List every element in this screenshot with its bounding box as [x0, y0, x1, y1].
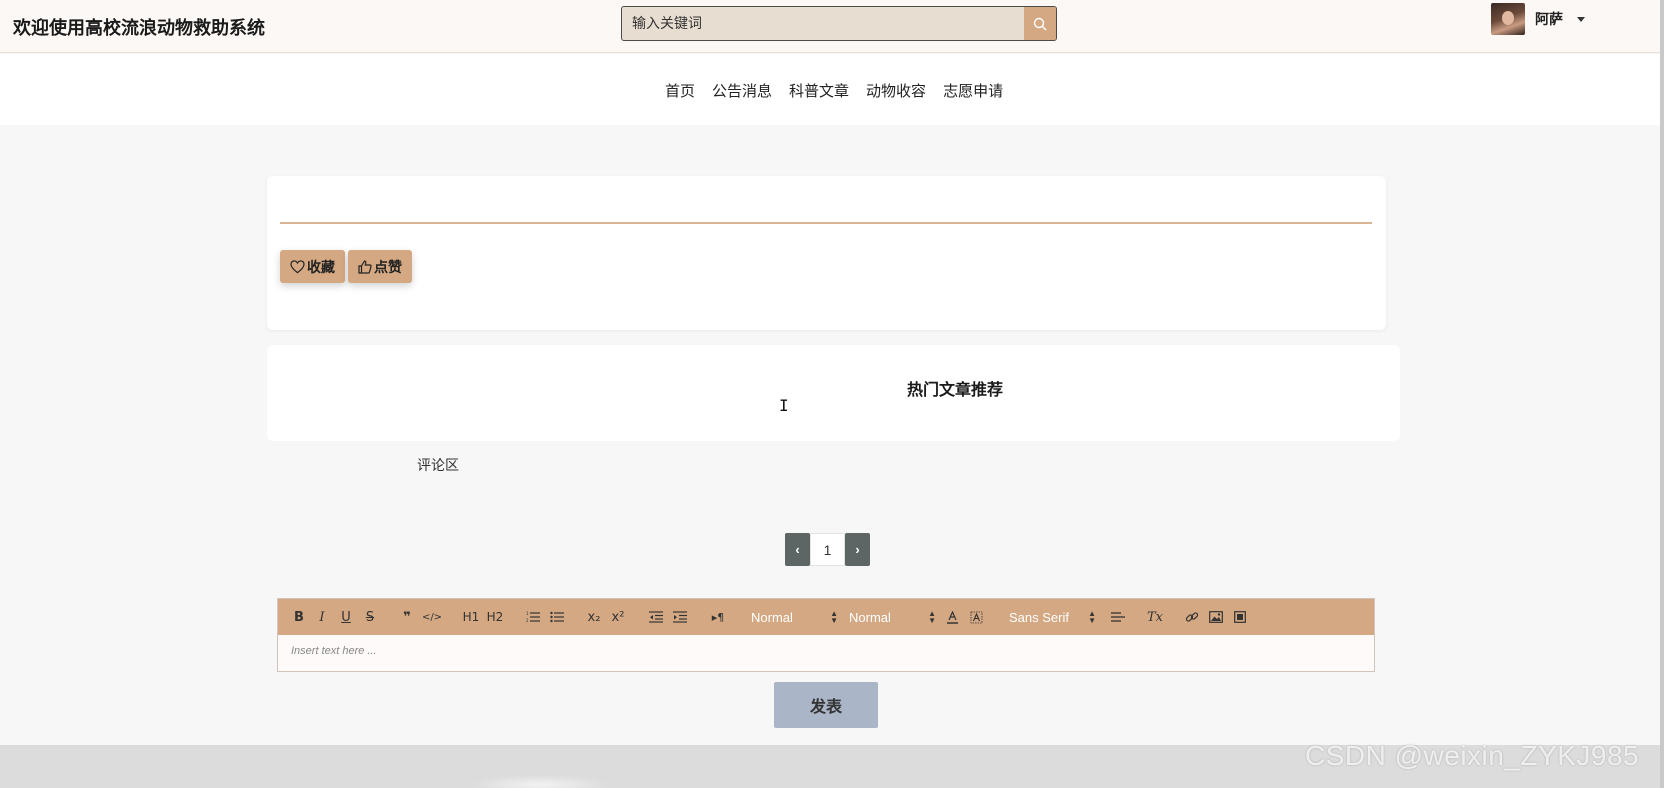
next-page-button[interactable]: ›: [845, 533, 870, 566]
watermark: CSDN @weixin_ZYKJ985: [1305, 740, 1640, 771]
select-arrows-icon: ▲ ▼: [1088, 609, 1096, 625]
subscript-button[interactable]: x₂: [586, 609, 602, 625]
link-icon: [1185, 612, 1199, 622]
font-select-value: Sans Serif: [1009, 609, 1069, 625]
bullet-list-button[interactable]: [549, 609, 565, 625]
align-left-icon: [1111, 612, 1125, 622]
svg-text:2: 2: [526, 618, 529, 623]
thumbs-up-icon: [358, 259, 372, 274]
nav-item-announcements[interactable]: 公告消息: [712, 80, 772, 101]
like-label: 点赞: [374, 259, 402, 276]
hot-articles-title: 热门文章推荐: [906, 380, 1003, 399]
size-select[interactable]: Normal ▲ ▼: [751, 609, 838, 625]
text-color-icon: [946, 610, 958, 624]
comment-section-label: 评论区: [417, 458, 459, 474]
username[interactable]: 阿萨: [1535, 9, 1563, 29]
video-icon: [1234, 611, 1246, 623]
text-color-button[interactable]: [945, 609, 959, 625]
favorite-label: 收藏: [307, 259, 335, 276]
outdent-button[interactable]: [648, 609, 664, 625]
size-select-value: Normal: [751, 609, 793, 625]
heading2-button[interactable]: H2: [486, 609, 504, 625]
ordered-list-button[interactable]: 12: [525, 609, 541, 625]
nav-item-articles[interactable]: 科普文章: [789, 80, 849, 101]
comment-editor: B I U S ❞ </> H1 H2 12 x₂ x² ▸¶ Normal ▲…: [277, 598, 1375, 672]
header-select-value: Normal: [849, 609, 891, 625]
outdent-icon: [649, 611, 663, 623]
avatar[interactable]: [1491, 3, 1525, 35]
video-button[interactable]: [1232, 609, 1248, 625]
align-button[interactable]: [1110, 609, 1126, 625]
superscript-button[interactable]: x²: [610, 609, 626, 625]
search-box: [621, 6, 1057, 41]
nav-item-volunteer[interactable]: 志愿申请: [943, 80, 1003, 101]
favorite-button[interactable]: 收藏: [280, 250, 345, 283]
code-block-button[interactable]: </>: [422, 609, 442, 625]
indent-icon: [673, 611, 687, 623]
editor-text-area[interactable]: Insert text here ...: [278, 635, 1374, 671]
svg-text:1: 1: [526, 611, 529, 616]
italic-button[interactable]: I: [315, 609, 329, 625]
search-button[interactable]: [1024, 7, 1056, 40]
page-scrollbar[interactable]: [1660, 0, 1664, 788]
underline-button[interactable]: U: [339, 609, 353, 625]
link-button[interactable]: [1184, 609, 1200, 625]
editor-toolbar: B I U S ❞ </> H1 H2 12 x₂ x² ▸¶ Normal ▲…: [278, 599, 1374, 635]
blockquote-button[interactable]: ❞: [400, 609, 414, 625]
article-card: 收藏 点赞: [267, 176, 1386, 330]
publish-button[interactable]: 发表: [774, 682, 878, 728]
bold-button[interactable]: B: [292, 609, 306, 625]
indent-button[interactable]: [672, 609, 688, 625]
image-icon: [1209, 611, 1223, 623]
nav-item-home[interactable]: 首页: [665, 80, 695, 101]
chevron-down-icon[interactable]: [1577, 16, 1585, 22]
nav-item-animal-shelter[interactable]: 动物收容: [866, 80, 926, 101]
background-color-button[interactable]: [969, 609, 983, 625]
pagination: ‹ 1 ›: [785, 533, 870, 566]
select-arrows-icon: ▲ ▼: [928, 609, 936, 625]
strike-button[interactable]: S: [363, 609, 377, 625]
header-select[interactable]: Normal ▲ ▼: [849, 609, 936, 625]
main-nav: 首页 公告消息 科普文章 动物收容 志愿申请: [0, 54, 1660, 125]
select-arrows-icon: ▲ ▼: [830, 609, 838, 625]
heart-icon: [290, 259, 305, 273]
text-cursor-icon: I: [779, 396, 789, 415]
page-number-current[interactable]: 1: [810, 533, 845, 566]
search-input[interactable]: [622, 7, 1024, 40]
ordered-list-icon: 12: [526, 611, 540, 623]
footer-decoration: [470, 775, 610, 788]
image-button[interactable]: [1208, 609, 1224, 625]
search-icon: [1033, 17, 1047, 30]
hot-articles-card: 热门文章推荐: [267, 345, 1400, 441]
prev-page-button[interactable]: ‹: [785, 533, 810, 566]
text-direction-button[interactable]: ▸¶: [709, 609, 727, 625]
background-color-icon: [970, 611, 982, 623]
top-header: 欢迎使用高校流浪动物救助系统 阿萨: [0, 0, 1664, 53]
article-divider: [280, 222, 1372, 224]
site-title: 欢迎使用高校流浪动物救助系统: [13, 18, 265, 39]
heading1-button[interactable]: H1: [462, 609, 480, 625]
user-menu[interactable]: 阿萨: [1491, 3, 1585, 35]
font-select[interactable]: Sans Serif ▲ ▼: [1009, 609, 1096, 625]
clear-format-button[interactable]: Tx: [1147, 609, 1163, 625]
bullet-list-icon: [550, 611, 564, 623]
like-button[interactable]: 点赞: [348, 250, 412, 283]
